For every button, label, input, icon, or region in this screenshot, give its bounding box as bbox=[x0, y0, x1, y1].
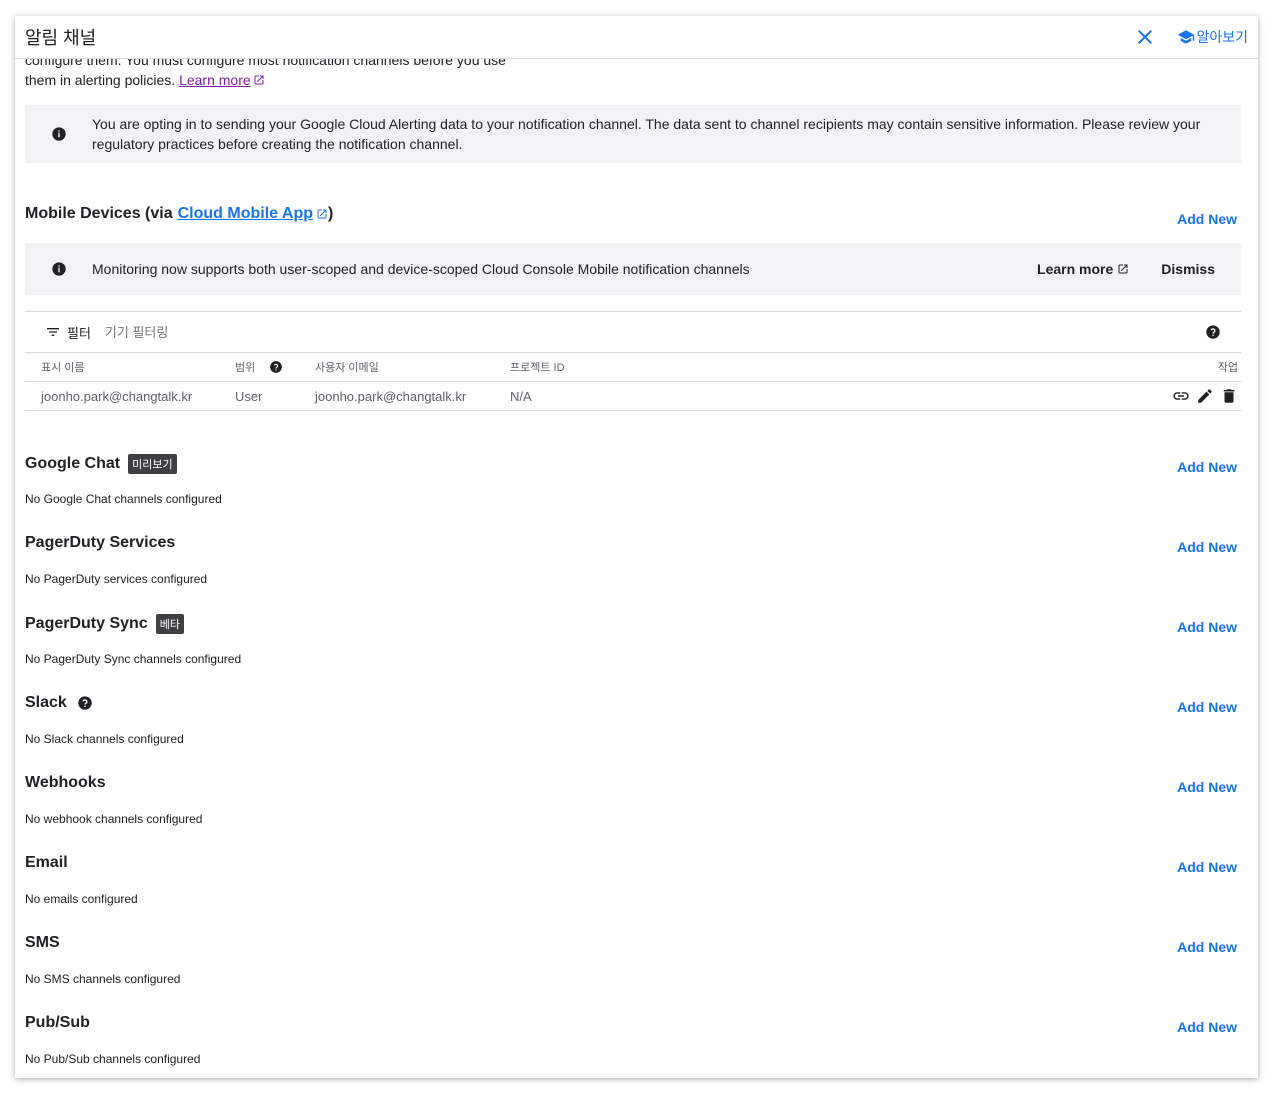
pagerduty-sync-add-new-button[interactable]: Add New bbox=[1177, 619, 1237, 635]
external-link-icon bbox=[254, 75, 264, 85]
info-icon bbox=[52, 262, 66, 276]
pagerduty-sync-label: PagerDuty Sync bbox=[25, 615, 148, 632]
banner-learn-more-button[interactable]: Learn more bbox=[1037, 261, 1129, 277]
email-label: Email bbox=[25, 854, 68, 871]
pagerduty-sync-title: PagerDuty Sync 베타 bbox=[25, 614, 184, 634]
row-actions bbox=[1151, 387, 1241, 405]
pagerduty-services-add-new-button[interactable]: Add New bbox=[1177, 539, 1237, 555]
panel-header: 알림 채널 알아보기 bbox=[15, 16, 1258, 59]
mobile-devices-title: Mobile Devices (via Cloud Mobile App) bbox=[25, 205, 333, 223]
banner-learn-more-label: Learn more bbox=[1037, 261, 1114, 277]
mobile-title-prefix: Mobile Devices (via bbox=[25, 205, 173, 222]
webhooks-add-new-button[interactable]: Add New bbox=[1177, 779, 1237, 795]
email-empty-text: No emails configured bbox=[25, 892, 138, 906]
google-chat-add-new-button[interactable]: Add New bbox=[1177, 459, 1237, 475]
pagerduty-services-empty-text: No PagerDuty services configured bbox=[25, 572, 208, 586]
mobile-add-new-button[interactable]: Add New bbox=[1177, 211, 1237, 227]
pubsub-add-new-button[interactable]: Add New bbox=[1177, 1019, 1237, 1035]
intro-learn-more-link[interactable]: Learn more bbox=[179, 72, 251, 88]
pubsub-label: Pub/Sub bbox=[25, 1014, 90, 1031]
row-scope: User bbox=[235, 388, 263, 404]
table-header: 표시 이름 범위 사용자 이메일 프로젝트 ID 작업 bbox=[25, 353, 1241, 382]
external-link-icon bbox=[1118, 264, 1128, 274]
preview-badge: 미리보기 bbox=[128, 454, 177, 474]
school-icon bbox=[1178, 30, 1195, 44]
info-icon bbox=[52, 127, 66, 141]
cloud-mobile-app-link[interactable]: Cloud Mobile App bbox=[178, 205, 313, 223]
webhooks-title: Webhooks bbox=[25, 774, 106, 792]
pagerduty-services-title: PagerDuty Services bbox=[25, 534, 175, 552]
webhooks-empty-text: No webhook channels configured bbox=[25, 812, 203, 826]
col-actions: 작업 bbox=[1217, 362, 1238, 374]
learn-label: 알아보기 bbox=[1196, 29, 1248, 45]
help-icon[interactable] bbox=[77, 695, 93, 711]
google-chat-empty-text: No Google Chat channels configured bbox=[25, 492, 222, 506]
panel-title: 알림 채널 bbox=[25, 28, 97, 48]
intro-line-2-text: them in alerting policies. bbox=[25, 72, 176, 88]
help-icon[interactable] bbox=[1205, 324, 1221, 340]
intro-line-2: them in alerting policies. Learn more bbox=[25, 70, 525, 90]
row-display-name: joonho.park@changtalk.kr bbox=[41, 388, 193, 404]
pagerduty-services-label: PagerDuty Services bbox=[25, 534, 176, 551]
filter-icon[interactable] bbox=[45, 324, 61, 340]
slack-label: Slack bbox=[25, 694, 67, 711]
sms-title: SMS bbox=[25, 934, 60, 952]
mobile-devices-table: 필터 표시 이름 범위 사용자 이메일 프로젝트 ID 작업 joonho.pa… bbox=[25, 311, 1241, 411]
external-link-icon bbox=[317, 209, 327, 219]
filter-input[interactable] bbox=[104, 324, 1205, 340]
email-add-new-button[interactable]: Add New bbox=[1177, 859, 1237, 875]
learn-button[interactable]: 알아보기 bbox=[1177, 27, 1248, 47]
col-user-email[interactable]: 사용자 이메일 bbox=[315, 359, 510, 375]
mobile-scope-text: Monitoring now supports both user-scoped… bbox=[92, 261, 750, 277]
close-icon[interactable] bbox=[1133, 25, 1157, 49]
col-scope[interactable]: 범위 bbox=[235, 359, 315, 375]
sms-add-new-button[interactable]: Add New bbox=[1177, 939, 1237, 955]
filter-bar: 필터 bbox=[25, 311, 1241, 353]
sms-label: SMS bbox=[25, 934, 60, 951]
mobile-scope-banner: Monitoring now supports both user-scoped… bbox=[25, 243, 1241, 295]
sms-empty-text: No SMS channels configured bbox=[25, 972, 181, 986]
col-scope-label: 범위 bbox=[235, 362, 256, 374]
notification-channels-panel: 알림 채널 알아보기 configure them. You must conf… bbox=[15, 16, 1258, 1078]
slack-empty-text: No Slack channels configured bbox=[25, 732, 184, 746]
table-row: joonho.park@changtalk.kr User joonho.par… bbox=[25, 382, 1241, 411]
help-icon[interactable] bbox=[269, 360, 283, 374]
pagerduty-sync-empty-text: No PagerDuty Sync channels configured bbox=[25, 652, 242, 666]
banner-dismiss-button[interactable]: Dismiss bbox=[1161, 261, 1215, 277]
link-icon[interactable] bbox=[1172, 387, 1190, 405]
email-title: Email bbox=[25, 854, 68, 872]
google-chat-label: Google Chat bbox=[25, 455, 121, 472]
col-project-id[interactable]: 프로젝트 ID bbox=[510, 359, 1151, 375]
edit-icon[interactable] bbox=[1196, 387, 1214, 405]
slack-add-new-button[interactable]: Add New bbox=[1177, 699, 1237, 715]
col-display-name[interactable]: 표시 이름 bbox=[25, 359, 235, 375]
beta-badge: 베타 bbox=[155, 614, 184, 634]
webhooks-label: Webhooks bbox=[25, 774, 106, 791]
slack-title: Slack bbox=[25, 694, 93, 712]
filter-label: 필터 bbox=[67, 325, 91, 341]
row-user-email: joonho.park@changtalk.kr bbox=[315, 388, 467, 404]
row-project-id: N/A bbox=[510, 388, 532, 404]
data-notice-banner: You are opting in to sending your Google… bbox=[25, 105, 1241, 163]
pubsub-empty-text: No Pub/Sub channels configured bbox=[25, 1052, 201, 1066]
mobile-title-suffix: ) bbox=[328, 205, 334, 222]
pubsub-title: Pub/Sub bbox=[25, 1014, 90, 1032]
delete-icon[interactable] bbox=[1220, 387, 1238, 405]
data-notice-text: You are opting in to sending your Google… bbox=[92, 116, 1201, 152]
google-chat-title: Google Chat 미리보기 bbox=[25, 454, 177, 474]
